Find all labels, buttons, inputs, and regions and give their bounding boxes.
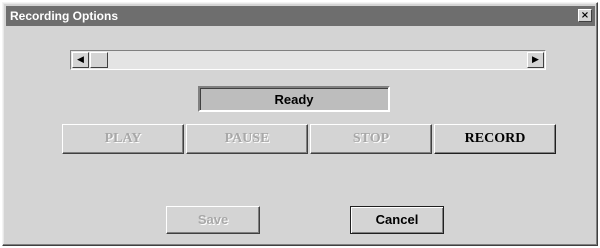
- position-scrollbar[interactable]: ◀ ▶: [70, 50, 546, 70]
- close-icon: ×: [580, 10, 590, 21]
- scroll-right-button[interactable]: ▶: [527, 52, 544, 68]
- arrow-right-icon: ▶: [532, 55, 539, 65]
- cancel-button[interactable]: Cancel: [350, 206, 444, 234]
- save-button[interactable]: Save: [166, 206, 260, 234]
- pause-button[interactable]: PAUSE: [186, 124, 308, 154]
- status-display: Ready: [198, 86, 390, 112]
- stop-button[interactable]: STOP: [310, 124, 432, 154]
- title-bar: Recording Options ×: [6, 6, 595, 26]
- play-button[interactable]: PLAY: [62, 124, 184, 154]
- scroll-thumb[interactable]: [90, 52, 108, 68]
- record-button[interactable]: RECORD: [434, 124, 556, 154]
- scroll-left-button[interactable]: ◀: [72, 52, 89, 68]
- arrow-left-icon: ◀: [77, 55, 84, 65]
- window-title: Recording Options: [10, 9, 118, 23]
- status-text: Ready: [274, 92, 314, 107]
- close-button[interactable]: ×: [578, 9, 592, 22]
